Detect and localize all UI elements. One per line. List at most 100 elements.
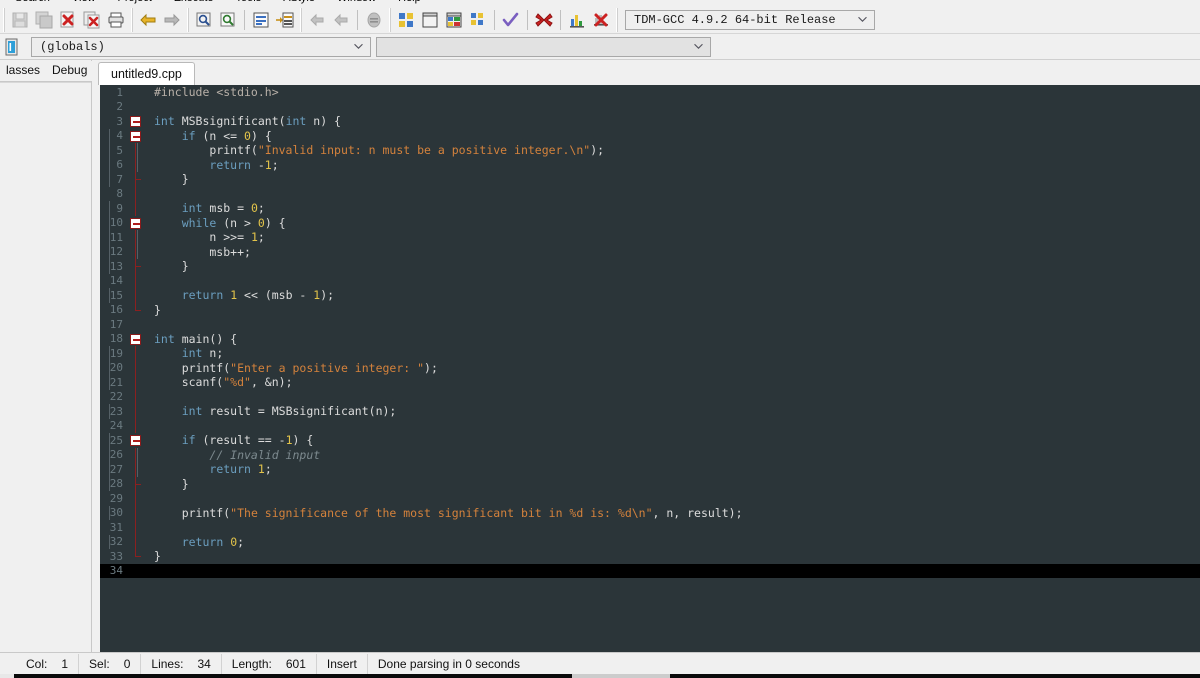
code-line[interactable]: 18 int main() { [100,332,1200,347]
compile-run-icon[interactable] [442,8,466,32]
fold-collapse-icon[interactable] [130,217,141,229]
code-line[interactable]: 21 scanf("%d", &n); [100,375,1200,390]
goto-function-icon[interactable] [273,8,297,32]
code-line[interactable]: 28 } [100,476,1200,491]
breakpoint-icon[interactable] [362,8,386,32]
code-line[interactable]: 23 int result = MSBsignificant(n); [100,404,1200,419]
fold-column[interactable] [128,216,145,231]
code-line[interactable]: 5 printf("Invalid input: n must be a pos… [100,143,1200,158]
run-icon[interactable] [418,8,442,32]
code-line[interactable]: 9 int msb = 0; [100,201,1200,216]
fold-column[interactable] [128,172,145,187]
fold-column[interactable] [128,129,145,144]
code-line[interactable]: 13 } [100,259,1200,274]
fold-column[interactable] [128,85,145,100]
menu-item-astyle[interactable]: AStyle [272,0,326,7]
code-line[interactable]: 2 [100,100,1200,115]
menu-item-help[interactable]: Help [387,0,432,7]
redo-icon[interactable] [160,8,184,32]
code-line[interactable]: 32 return 0; [100,534,1200,549]
code-line[interactable]: 33} [100,549,1200,564]
code-line[interactable]: 20 printf("Enter a positive integer: "); [100,360,1200,375]
code-line[interactable]: 12 msb++; [100,244,1200,259]
fold-column[interactable] [128,433,145,448]
fold-column[interactable] [128,186,145,201]
code-line[interactable]: 26 // Invalid input [100,447,1200,462]
fold-column[interactable] [128,520,145,535]
code-line[interactable]: 1 #include <stdio.h> [100,85,1200,100]
code-editor[interactable]: 1 #include <stdio.h> 2 3 int MSBsignificant(… [100,85,1200,652]
fold-column[interactable] [128,389,145,404]
fold-column[interactable] [128,259,145,274]
menu-item-window[interactable]: Window [326,0,387,7]
code-line[interactable]: 10 while (n > 0) { [100,215,1200,231]
print-icon[interactable] [104,8,128,32]
code-line[interactable]: 19 int n; [100,346,1200,361]
fold-column[interactable] [128,404,145,419]
fold-column[interactable] [128,534,145,549]
scrollbar-thumb[interactable] [572,674,670,678]
save-all-icon[interactable] [32,8,56,32]
code-line[interactable]: 22 [100,389,1200,404]
fold-column[interactable] [128,201,145,216]
fold-column[interactable] [128,317,145,332]
fold-collapse-icon[interactable] [130,435,141,446]
fold-collapse-icon[interactable] [130,116,141,127]
find-icon[interactable] [192,8,216,32]
fold-column[interactable] [128,332,145,347]
code-line[interactable]: 4 if (n <= 0) { [100,128,1200,144]
fold-column[interactable] [128,100,145,115]
member-dropdown[interactable] [376,36,711,57]
stop-icon[interactable] [532,8,556,32]
code-line[interactable]: 27 return 1; [100,462,1200,477]
class-browser-icon[interactable] [1,36,23,58]
fold-column[interactable] [128,273,145,288]
fold-column[interactable] [128,114,145,129]
panel-tab-debug[interactable]: Debug [46,61,94,82]
fold-collapse-icon[interactable] [130,333,141,345]
delete-profile-icon[interactable] [589,8,613,32]
code-line[interactable]: 29 [100,491,1200,506]
code-line[interactable]: 14 [100,273,1200,288]
code-line[interactable]: 7 } [100,172,1200,187]
fold-column[interactable] [128,564,145,579]
goto-line-icon[interactable] [249,8,273,32]
fold-column[interactable] [128,549,145,564]
close-all-icon[interactable] [80,8,104,32]
horizontal-scrollbar[interactable] [0,674,1200,678]
editor-tab-untitled9[interactable]: untitled9.cpp [98,62,195,85]
menu-item-search[interactable]: Search [4,0,61,7]
code-line[interactable]: 6 return -1; [100,157,1200,172]
code-line[interactable]: 30 printf("The significance of the most … [100,505,1200,520]
find-next-icon[interactable] [216,8,240,32]
fold-column[interactable] [128,418,145,433]
panel-tab-classes[interactable]: lasses [0,61,47,82]
menu-item-tools[interactable]: Tools [225,0,273,7]
fold-column[interactable] [128,476,145,491]
undo-icon[interactable] [136,8,160,32]
code-line[interactable]: 25 if (result == -1) { [100,433,1200,448]
code-line[interactable]: 31 [100,520,1200,535]
rebuild-icon[interactable] [466,8,490,32]
compiler-set-dropdown[interactable]: TDM-GCC 4.9.2 64-bit Release [625,10,875,30]
fold-column[interactable] [128,360,145,375]
fold-column[interactable] [128,491,145,506]
menu-item-execute[interactable]: Execute [163,0,225,7]
menu-item-project[interactable]: Project [107,0,163,7]
code-line[interactable]: 24 [100,418,1200,433]
fold-collapse-icon[interactable] [130,130,141,142]
forward-icon[interactable] [329,8,353,32]
code-line[interactable]: 3 int MSBsignificant(int n) { [100,114,1200,129]
profile-icon[interactable] [565,8,589,32]
code-line[interactable]: 8 [100,186,1200,201]
fold-column[interactable] [128,375,145,390]
close-file-icon[interactable] [56,8,80,32]
back-icon[interactable] [305,8,329,32]
code-line[interactable]: 17 [100,317,1200,332]
scope-dropdown[interactable]: (globals) [31,36,371,57]
menu-item-view[interactable]: View [61,0,107,7]
code-line[interactable]: 16} [100,302,1200,318]
fold-column[interactable] [128,288,145,303]
save-icon[interactable] [8,8,32,32]
fold-column[interactable] [128,302,145,318]
